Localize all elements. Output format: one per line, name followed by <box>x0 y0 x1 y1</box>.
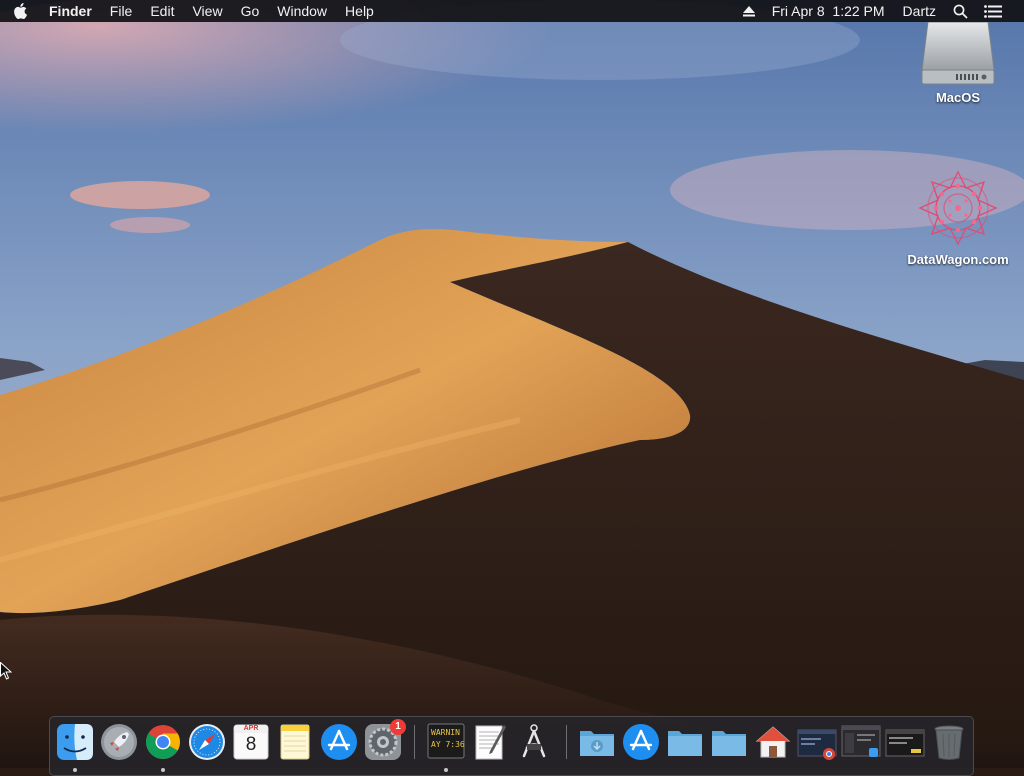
notification-center-button[interactable] <box>976 0 1010 22</box>
desktop-icon-label: MacOS <box>935 90 981 105</box>
running-indicator <box>73 768 77 772</box>
dock-item-applications[interactable] <box>621 722 661 762</box>
home-folder-icon <box>755 726 791 758</box>
menu-app-finder[interactable]: Finder <box>40 0 101 22</box>
dock-item-textedit[interactable] <box>470 722 510 762</box>
dock-item-console[interactable]: WARNIN AY 7:36 <box>426 722 466 772</box>
dock-item-calendar[interactable]: APR 8 <box>231 722 271 762</box>
documents-folder-icon <box>668 731 702 756</box>
running-indicator <box>444 768 448 772</box>
app-store-icon <box>321 724 357 760</box>
apple-logo-icon <box>14 3 27 19</box>
eject-menu-extra[interactable] <box>735 0 763 22</box>
notification-center-icon <box>984 4 1002 18</box>
applications-folder-icon <box>623 724 659 760</box>
dock-item-chrome[interactable] <box>143 722 183 772</box>
console-preview-text: WARNIN AY 7:36 <box>431 728 465 749</box>
folder-icon <box>712 731 746 756</box>
mojave-dune-wallpaper <box>0 0 1024 768</box>
calendar-month: APR <box>243 725 259 732</box>
dock: APR 8 1 WARNIN AY 7:36 <box>49 716 974 776</box>
menu-clock[interactable]: Fri Apr 8 1:22 PM <box>763 0 894 22</box>
dock-item-chrome-window[interactable] <box>797 722 837 762</box>
menu-help[interactable]: Help <box>336 0 383 22</box>
launchpad-icon <box>101 724 137 760</box>
notes-icon <box>280 724 310 760</box>
chrome-window-icon <box>797 729 837 760</box>
running-indicator <box>161 768 165 772</box>
dock-item-system-preferences[interactable]: 1 <box>363 719 406 762</box>
dock-item-home-folder[interactable] <box>753 722 793 762</box>
script-editor-icon <box>522 724 546 758</box>
dock-item-documents-folder[interactable] <box>665 722 705 762</box>
menu-file[interactable]: File <box>101 0 142 22</box>
mouse-pointer-icon <box>0 662 12 680</box>
finder-window-icon <box>841 725 881 757</box>
dock-separator <box>414 725 415 759</box>
spotlight-button[interactable] <box>945 0 976 22</box>
dock-item-finder-window[interactable] <box>841 722 881 762</box>
menu-bar: Finder File Edit View Go Window Help Fri… <box>0 0 1024 22</box>
menu-window[interactable]: Window <box>268 0 336 22</box>
dock-item-finder[interactable] <box>55 722 95 772</box>
dock-separator <box>566 725 567 759</box>
textedit-icon <box>475 725 506 760</box>
downloads-folder-icon <box>580 731 614 756</box>
desktop-icon-datawagon[interactable]: DataWagon.com <box>898 168 1018 267</box>
calendar-day: 8 <box>245 734 257 755</box>
dock-item-script-editor[interactable] <box>514 722 554 762</box>
dock-item-folder[interactable] <box>709 722 749 762</box>
trash-icon <box>934 725 964 760</box>
eject-icon <box>742 5 755 16</box>
dock-item-trash[interactable] <box>929 722 969 762</box>
menu-edit[interactable]: Edit <box>141 0 183 22</box>
chrome-icon <box>146 725 180 759</box>
desktop-icon-macos[interactable]: MacOS <box>898 22 1018 105</box>
finder-icon <box>57 724 93 760</box>
dock-item-launchpad[interactable] <box>99 722 139 762</box>
dock-item-terminal-window[interactable] <box>885 722 925 762</box>
menu-view[interactable]: View <box>183 0 231 22</box>
hard-drive-icon <box>921 22 995 85</box>
dock-item-downloads-folder[interactable] <box>577 722 617 762</box>
desktop-icon-label: DataWagon.com <box>907 252 1009 267</box>
dock-item-safari[interactable] <box>187 722 227 762</box>
menu-go[interactable]: Go <box>232 0 269 22</box>
safari-icon <box>189 724 225 760</box>
dock-item-app-store[interactable] <box>319 722 359 762</box>
desktop-wallpaper <box>0 0 1024 768</box>
terminal-window-icon <box>885 729 925 757</box>
spotlight-search-icon <box>953 4 968 19</box>
notification-badge: 1 <box>390 719 406 735</box>
menu-user[interactable]: Dartz <box>894 0 945 22</box>
dock-item-notes[interactable] <box>275 722 315 762</box>
apple-menu[interactable] <box>0 0 40 22</box>
datawagon-icon <box>918 170 998 246</box>
